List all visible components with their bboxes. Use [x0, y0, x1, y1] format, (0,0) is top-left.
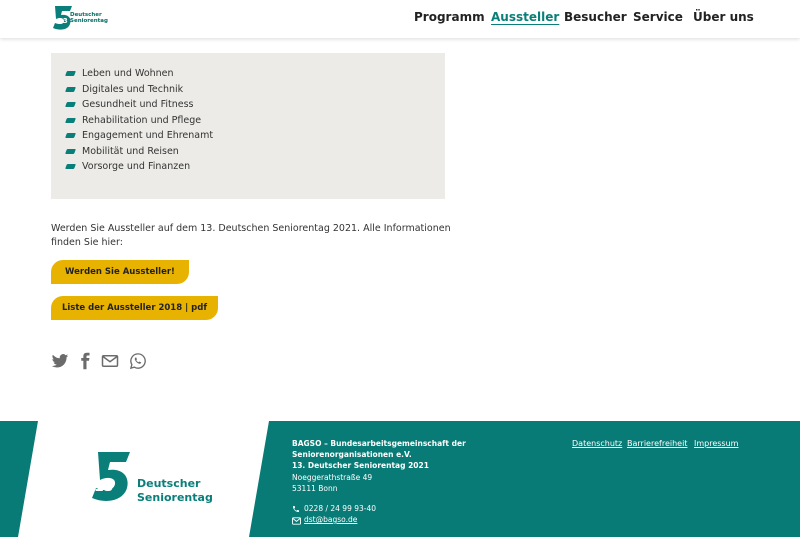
- phone-icon: [293, 506, 299, 512]
- street-address: Noeggerathstraße 49: [292, 473, 373, 482]
- footer-link-datenschutz[interactable]: Datenschutz: [572, 439, 622, 448]
- list-item: Vorsorge und Finanzen: [65, 161, 190, 172]
- city-address: 53111 Bonn: [292, 484, 338, 493]
- footer-link-impressum[interactable]: Impressum: [694, 439, 738, 448]
- org-name-line1: BAGSO – Bundesarbeitsgemeinschaft der: [292, 439, 466, 448]
- intro-text: Werden Sie Aussteller auf dem 13. Deutsc…: [51, 223, 451, 248]
- bullet-icon: [65, 164, 76, 169]
- nav-besucher[interactable]: Besucher: [564, 10, 627, 24]
- email-link[interactable]: dst@bagso.de: [304, 515, 357, 525]
- become-exhibitor-button[interactable]: Werden Sie Aussteller!: [51, 260, 189, 284]
- list-item: Digitales und Technik: [65, 84, 183, 95]
- nav-ueber-uns[interactable]: Über uns: [693, 10, 754, 24]
- svg-text:13: 13: [58, 17, 68, 25]
- list-item: Gesundheit und Fitness: [65, 99, 193, 110]
- bullet-icon: [65, 71, 76, 76]
- svg-text:13: 13: [94, 479, 113, 495]
- list-item: Engagement und Ehrenamt: [65, 130, 213, 141]
- mail-icon[interactable]: [101, 352, 119, 370]
- nav-service[interactable]: Service: [633, 10, 683, 24]
- nav-aussteller[interactable]: Aussteller: [491, 10, 559, 24]
- footer-logo-text: Deutscher Seniorentag: [137, 477, 213, 504]
- site-header: 13 Deutscher Seniorentag Programm Ausste…: [0, 0, 800, 38]
- list-item: Mobilität und Reisen: [65, 146, 179, 157]
- bullet-icon: [65, 87, 76, 92]
- bullet-icon: [65, 102, 76, 107]
- bullet-icon: [65, 118, 76, 123]
- list-item: Leben und Wohnen: [65, 68, 174, 79]
- event-name: 13. Deutscher Seniorentag 2021: [292, 461, 429, 470]
- phone-number: 0228 / 24 99 93-40: [304, 504, 377, 513]
- twitter-icon[interactable]: [51, 352, 69, 370]
- footer-link-barrierefreiheit[interactable]: Barrierefreiheit: [627, 439, 687, 448]
- list-item: Rehabilitation und Pflege: [65, 115, 201, 126]
- facebook-icon[interactable]: [76, 352, 94, 370]
- seniorentag-logo[interactable]: 13: [88, 450, 134, 506]
- org-name-line2: Seniorenorganisationen e.V.: [292, 450, 412, 459]
- logo-text: Deutscher Seniorentag: [70, 12, 108, 24]
- nav-programm[interactable]: Programm: [414, 10, 485, 24]
- exhibitor-list-pdf-button[interactable]: Liste der Aussteller 2018 | pdf: [51, 296, 218, 320]
- bullet-icon: [65, 149, 76, 154]
- bullet-icon: [65, 133, 76, 138]
- mail-icon: [292, 517, 301, 525]
- whatsapp-icon[interactable]: [129, 352, 147, 370]
